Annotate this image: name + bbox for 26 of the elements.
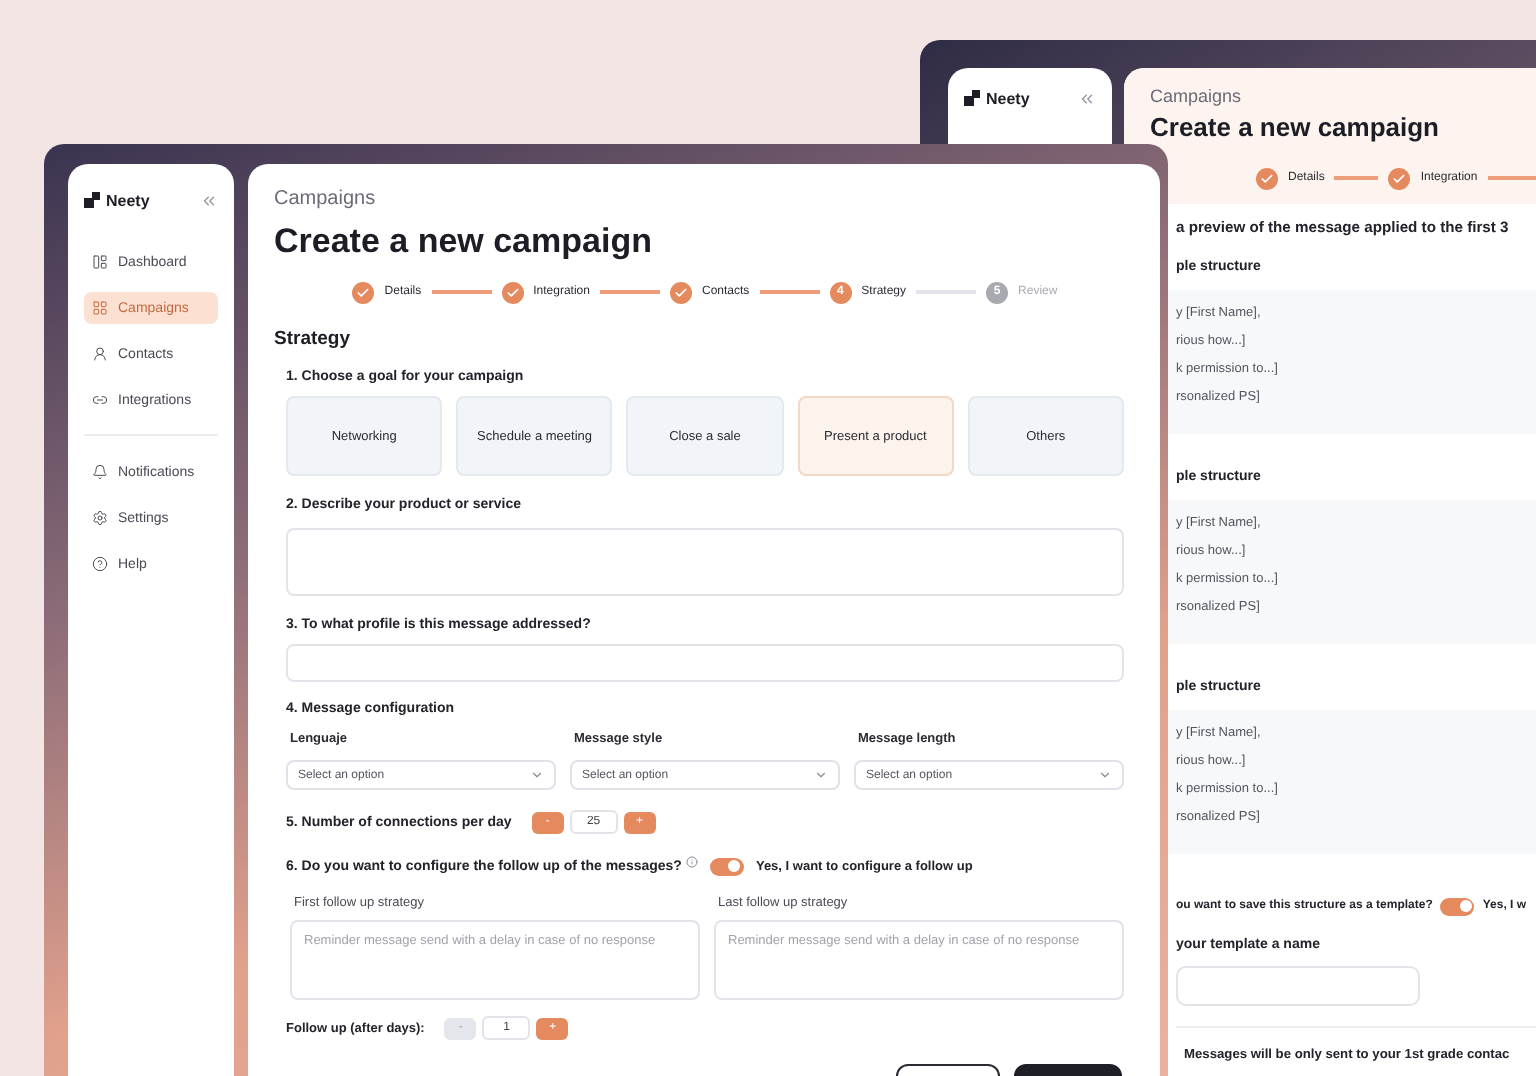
toggle-switch[interactable] [709,857,744,875]
grid-icon [92,300,108,316]
breadcrumb: Campaigns [1150,84,1244,108]
logo-text: Neety [986,89,1030,107]
logo-icon [84,192,100,208]
chevron-down-icon [814,768,828,782]
layout-icon [92,254,108,270]
breadcrumb: Campaigns [274,188,378,212]
help-icon [92,556,108,572]
link-icon [92,392,108,408]
input-field[interactable] [1176,966,1420,1006]
section-title: Strategy [274,328,353,352]
toggle-switch[interactable] [1440,897,1475,915]
bell-icon [92,464,108,480]
double-chevron-icon[interactable] [200,191,218,209]
logo-icon [964,90,980,106]
page-title: Create a new campaign [274,222,654,262]
info-icon[interactable] [685,855,698,867]
page-title: Create a new campaign [1150,112,1441,144]
chevron-down-icon [530,768,544,782]
user-icon [92,346,108,362]
input-field[interactable] [286,644,1124,682]
settings-icon [92,510,108,526]
logo-text: Neety [106,191,150,209]
double-chevron-icon[interactable] [1078,89,1096,107]
chevron-down-icon [1098,768,1112,782]
